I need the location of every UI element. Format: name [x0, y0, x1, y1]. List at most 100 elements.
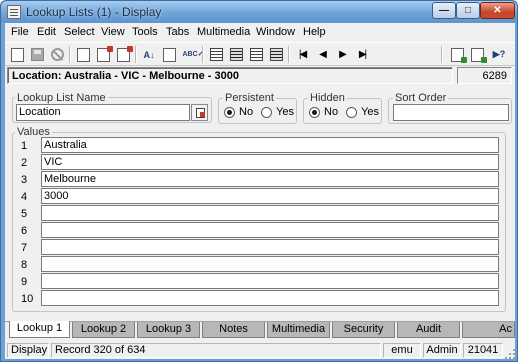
- status-record: Record 320 of 634: [51, 343, 381, 358]
- hidden-yes-label: Yes: [361, 106, 380, 118]
- resize-grip-icon[interactable]: [504, 348, 515, 359]
- previous-record-button[interactable]: ◀: [312, 45, 332, 64]
- value-row-number: 9: [21, 276, 28, 288]
- location-bar: Location: Australia - VIC - Melbourne - …: [7, 67, 453, 84]
- delete-icon: [116, 45, 133, 62]
- tab-lookup-3[interactable]: Lookup 3: [137, 322, 200, 338]
- cancel-button[interactable]: [47, 45, 67, 64]
- value-text: Australia: [44, 139, 87, 151]
- maximize-button[interactable]: □: [456, 2, 480, 19]
- title-bar[interactable]: Lookup Lists (1) - Display — □ ✕: [1, 1, 517, 23]
- menu-tabs[interactable]: Tabs: [166, 26, 189, 38]
- tab-audit[interactable]: Audit: [397, 322, 460, 338]
- menu-window[interactable]: Window: [256, 26, 295, 38]
- value-field[interactable]: [41, 205, 499, 221]
- minimize-button[interactable]: —: [432, 2, 456, 19]
- tab-lookup-1[interactable]: Lookup 1: [9, 321, 70, 338]
- persistent-yes-radio[interactable]: [261, 106, 273, 118]
- print-view-button[interactable]: [266, 45, 286, 64]
- value-text: VIC: [44, 156, 63, 168]
- hidden-label: Hidden: [308, 92, 347, 104]
- value-field[interactable]: VIC: [41, 154, 499, 170]
- menu-edit[interactable]: Edit: [37, 26, 56, 38]
- lookup-picker-button[interactable]: [191, 104, 208, 121]
- help-pointer-button[interactable]: ▶?: [489, 45, 509, 64]
- sort-button[interactable]: A↓: [139, 45, 159, 64]
- delete-button[interactable]: [113, 45, 133, 64]
- menu-file[interactable]: File: [11, 26, 29, 38]
- value-field[interactable]: [41, 273, 499, 289]
- hidden-no-label: No: [324, 106, 339, 118]
- last-record-icon: ▶|: [358, 49, 367, 60]
- value-row-number: 6: [21, 225, 28, 237]
- edit-button[interactable]: [159, 45, 179, 64]
- new-record-button[interactable]: [7, 45, 27, 64]
- toolbar-separator: [69, 46, 70, 63]
- close-button[interactable]: ✕: [480, 2, 515, 19]
- new-record-icon: [10, 47, 24, 62]
- value-text: 3000: [44, 190, 69, 202]
- report-icon: [470, 47, 487, 63]
- toolbar: A↓ ABC✓ |◀ ◀ ▶ ▶| ▶?: [5, 42, 515, 66]
- tab-security[interactable]: Security: [332, 322, 395, 338]
- hidden-yes-radio[interactable]: [346, 106, 358, 118]
- menu-bar: File Edit Select View Tools Tabs Multime…: [5, 23, 515, 42]
- hidden-no-radio[interactable]: [309, 106, 320, 118]
- status-mode: Display: [7, 343, 49, 358]
- tab-ac[interactable]: Ac: [462, 322, 515, 338]
- value-row: 5: [13, 205, 503, 222]
- first-record-button[interactable]: |◀: [292, 45, 312, 64]
- value-row: 6: [13, 222, 503, 239]
- tab-lookup-2[interactable]: Lookup 2: [72, 322, 135, 338]
- duplicate-button[interactable]: [93, 45, 113, 64]
- new-page-button[interactable]: [73, 45, 93, 64]
- list-view-icon: [209, 48, 223, 61]
- record-count: 6289: [482, 70, 507, 82]
- help-pointer-icon: ▶?: [492, 49, 506, 59]
- value-row: 8: [13, 256, 503, 273]
- value-field[interactable]: Australia: [41, 137, 499, 153]
- next-record-button[interactable]: ▶: [332, 45, 352, 64]
- new-page-icon: [76, 47, 90, 62]
- tab-notes[interactable]: Notes: [202, 322, 265, 338]
- menu-multimedia[interactable]: Multimedia: [197, 26, 250, 38]
- spell-check-button[interactable]: ABC✓: [179, 45, 204, 64]
- value-row-number: 3: [21, 174, 28, 186]
- app-icon[interactable]: [7, 5, 21, 19]
- value-row: 10: [13, 290, 503, 307]
- save-icon: [30, 48, 44, 61]
- toolbar-separator: [288, 46, 289, 63]
- value-field[interactable]: [41, 239, 499, 255]
- report-button[interactable]: [467, 45, 487, 64]
- menu-help[interactable]: Help: [303, 26, 326, 38]
- status-user-short: emu: [383, 343, 421, 358]
- value-field[interactable]: 3000: [41, 188, 499, 204]
- persistent-no-label: No: [239, 106, 254, 118]
- value-field[interactable]: Melbourne: [41, 171, 499, 187]
- lookup-list-name-value: Location: [19, 106, 61, 118]
- value-field[interactable]: [41, 256, 499, 272]
- spell-check-icon: ABC✓: [182, 50, 204, 58]
- application-window: Lookup Lists (1) - Display — □ ✕ File Ed…: [0, 0, 518, 362]
- lookup-list-name-field[interactable]: Location: [16, 104, 190, 121]
- export-button[interactable]: [447, 45, 467, 64]
- menu-view[interactable]: View: [101, 26, 125, 38]
- next-record-icon: ▶: [339, 49, 347, 60]
- value-field[interactable]: [41, 222, 499, 238]
- list-view-button[interactable]: [206, 45, 226, 64]
- sort-order-field[interactable]: [393, 104, 509, 121]
- save-button[interactable]: [27, 45, 47, 64]
- menu-select[interactable]: Select: [64, 26, 95, 38]
- value-row-number: 4: [21, 191, 28, 203]
- menu-tools[interactable]: Tools: [132, 26, 158, 38]
- tab-multimedia[interactable]: Multimedia: [267, 322, 330, 338]
- tab-strip: Lookup 1 Lookup 2 Lookup 3 Notes Multime…: [5, 321, 515, 339]
- print-view-icon: [269, 48, 283, 61]
- cancel-icon: [50, 48, 64, 61]
- value-field[interactable]: [41, 290, 499, 306]
- table-view-button[interactable]: [226, 45, 246, 64]
- persistent-no-radio[interactable]: [224, 106, 235, 118]
- value-row: 3 Melbourne: [13, 171, 503, 188]
- form-view-button[interactable]: [246, 45, 266, 64]
- last-record-button[interactable]: ▶|: [352, 45, 372, 64]
